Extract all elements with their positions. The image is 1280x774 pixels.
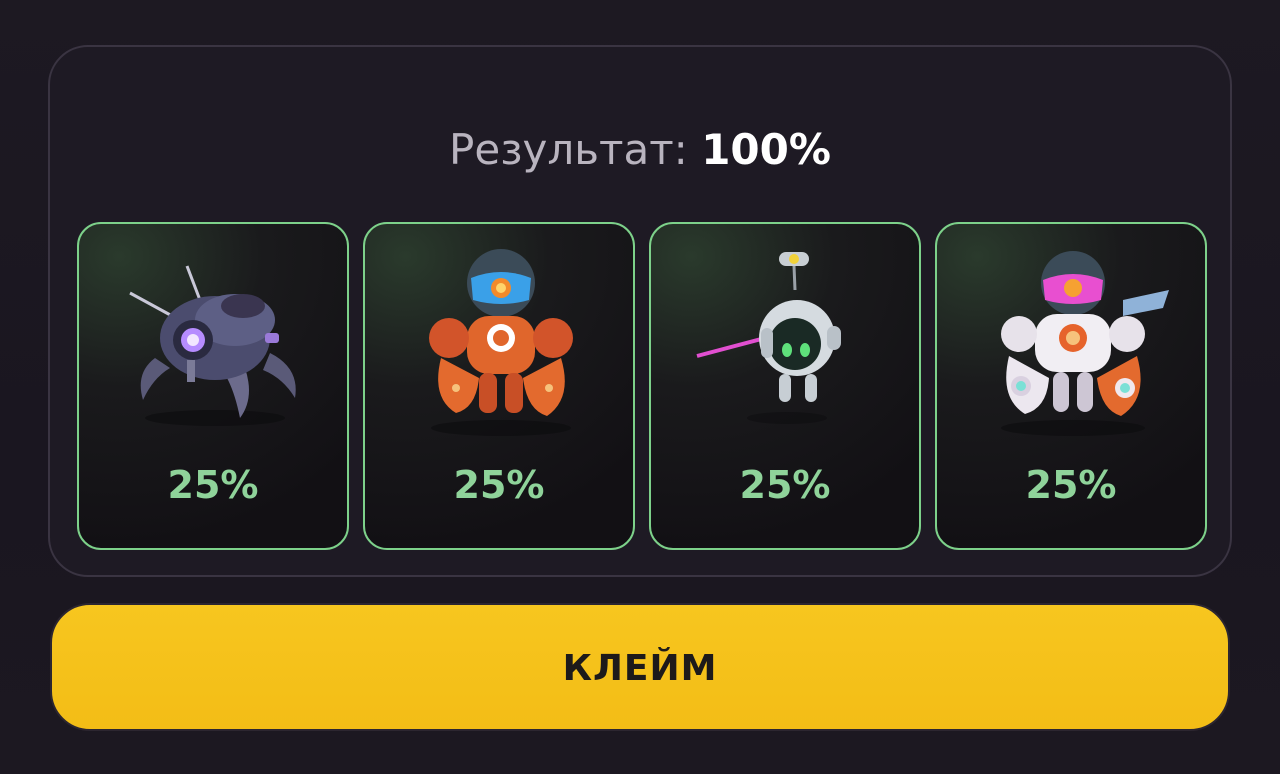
robot-cards: 25% 25% 25% 25% (77, 222, 1207, 550)
result-panel: Результат: 100% 25% 25% 25% 25% (48, 45, 1232, 577)
result-title: Результат: 100% (50, 125, 1230, 175)
robot-card-1[interactable]: 25% (77, 222, 349, 550)
insect-robot-icon (129, 265, 296, 426)
card-3-percent: 25% (739, 463, 831, 507)
card-2-percent: 25% (453, 463, 545, 507)
card-4-percent: 25% (1025, 463, 1117, 507)
claim-button-label: КЛЕЙМ (562, 648, 718, 689)
result-value: 100% (701, 125, 831, 174)
robot-card-4[interactable]: 25% (935, 222, 1207, 550)
result-label: Результат: (449, 125, 688, 174)
page: Результат: 100% 25% 25% 25% 25% КЛЕЙМ (0, 0, 1280, 774)
orange-mech-robot-icon (429, 249, 573, 436)
robot-card-2[interactable]: 25% (363, 222, 635, 550)
card-1-percent: 25% (167, 463, 259, 507)
drone-bot-icon (696, 252, 841, 424)
robot-card-3[interactable]: 25% (649, 222, 921, 550)
white-mech-robot-icon (1001, 251, 1169, 436)
claim-button[interactable]: КЛЕЙМ (50, 603, 1230, 731)
